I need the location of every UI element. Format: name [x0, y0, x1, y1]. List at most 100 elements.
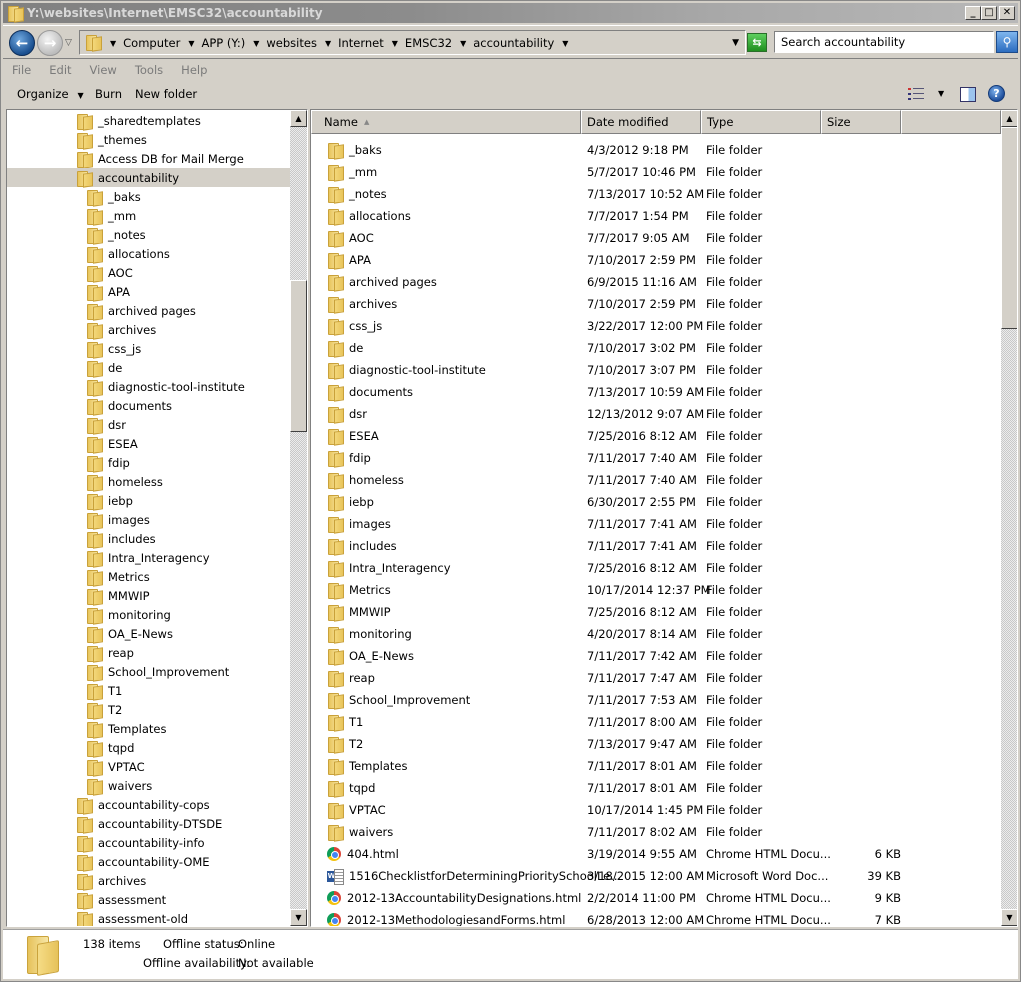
breadcrumb-item[interactable]: APP (Y:)	[201, 36, 245, 50]
tree-item[interactable]: ESEA	[7, 434, 290, 453]
tree-item[interactable]: assessment-old	[7, 909, 290, 926]
new-folder-button[interactable]: New folder	[135, 87, 197, 101]
tree-item[interactable]: _mm	[7, 206, 290, 225]
file-row[interactable]: VPTAC 10/17/2014 1:45 PM File folder	[311, 799, 1001, 821]
scroll-up-button[interactable]: ▲	[1001, 110, 1017, 127]
file-row[interactable]: 404.html 3/19/2014 9:55 AM Chrome HTML Doc…	[311, 843, 1001, 865]
column-header-date[interactable]: Date modified	[581, 110, 701, 134]
file-row[interactable]: APA 7/10/2017 2:59 PM File folder	[311, 249, 1001, 271]
file-row[interactable]: de 7/10/2017 3:02 PM File folder	[311, 337, 1001, 359]
file-row[interactable]: iebp 6/30/2017 2:55 PM File folder	[311, 491, 1001, 513]
tree-item[interactable]: fdip	[7, 453, 290, 472]
menu-tools[interactable]: Tools	[126, 61, 172, 81]
file-row[interactable]: diagnostic-tool-institute 7/10/2017 3:07 …	[311, 359, 1001, 381]
file-row[interactable]: Templates 7/11/2017 8:01 AM File folder	[311, 755, 1001, 777]
tree-item[interactable]: _sharedtemplates	[7, 111, 290, 130]
breadcrumb-item[interactable]: accountability	[473, 36, 554, 50]
file-row[interactable]: monitoring 4/20/2017 8:14 AM File folder	[311, 623, 1001, 645]
file-row[interactable]: OA_E-News 7/11/2017 7:42 AM File folder	[311, 645, 1001, 667]
change-view-icon[interactable]	[908, 87, 924, 101]
file-row[interactable]: images 7/11/2017 7:41 AM File folder	[311, 513, 1001, 535]
tree-item[interactable]: T1	[7, 681, 290, 700]
scroll-thumb[interactable]	[290, 280, 307, 432]
tree-item[interactable]: archives	[7, 320, 290, 339]
breadcrumb-chevron-icon[interactable]: ▼	[188, 39, 194, 48]
menu-file[interactable]: File	[3, 61, 40, 81]
file-row[interactable]: archived pages 6/9/2015 11:16 AM File fold…	[311, 271, 1001, 293]
tree-item[interactable]: includes	[7, 529, 290, 548]
scroll-down-button[interactable]: ▼	[1001, 909, 1017, 926]
file-row[interactable]: waivers 7/11/2017 8:02 AM File folder	[311, 821, 1001, 843]
tree-item[interactable]: Templates	[7, 719, 290, 738]
tree-item[interactable]: reap	[7, 643, 290, 662]
title-bar[interactable]: Y:\websites\Internet\EMSC32\accountabili…	[3, 3, 1018, 23]
navigation-scrollbar[interactable]: ▲ ▼	[290, 110, 307, 926]
file-row[interactable]: T2 7/13/2017 9:47 AM File folder	[311, 733, 1001, 755]
help-icon[interactable]: ?	[988, 85, 1005, 102]
tree-item[interactable]: School_Improvement	[7, 662, 290, 681]
tree-item[interactable]: OA_E-News	[7, 624, 290, 643]
breadcrumb-chevron-icon[interactable]: ▼	[562, 39, 568, 48]
tree-item[interactable]: VPTAC	[7, 757, 290, 776]
file-row[interactable]: documents 7/13/2017 10:59 AM File folder	[311, 381, 1001, 403]
tree-item[interactable]: dsr	[7, 415, 290, 434]
scroll-down-button[interactable]: ▼	[290, 909, 307, 926]
breadcrumb-chevron-icon[interactable]: ▼	[253, 39, 259, 48]
tree-item[interactable]: assessment	[7, 890, 290, 909]
scroll-up-button[interactable]: ▲	[290, 110, 307, 127]
tree-item[interactable]: Metrics	[7, 567, 290, 586]
breadcrumb-item[interactable]: websites	[266, 36, 317, 50]
refresh-button[interactable]: ⇆	[747, 33, 767, 52]
tree-item[interactable]: accountability-cops	[7, 795, 290, 814]
back-button[interactable]: ←	[9, 30, 35, 56]
tree-item[interactable]: _notes	[7, 225, 290, 244]
menu-view[interactable]: View	[81, 61, 126, 81]
search-input[interactable]	[775, 32, 993, 52]
tree-item[interactable]: AOC	[7, 263, 290, 282]
maximize-button[interactable]: □	[981, 6, 997, 20]
forward-button[interactable]: →	[37, 30, 63, 56]
tree-item[interactable]: accountability-DTSDE	[7, 814, 290, 833]
file-row[interactable]: AOC 7/7/2017 9:05 AM File folder	[311, 227, 1001, 249]
tree-item[interactable]: accountability	[7, 168, 290, 187]
file-row[interactable]: ESEA 7/25/2016 8:12 AM File folder	[311, 425, 1001, 447]
search-box[interactable]	[774, 31, 994, 53]
column-header-size[interactable]: Size	[821, 110, 901, 134]
file-row[interactable]: 1516ChecklistforDeterminingPrioritySchoo…	[311, 865, 1001, 887]
organize-button[interactable]: Organize ▼	[17, 87, 84, 101]
file-row[interactable]: Intra_Interagency 7/25/2016 8:12 AM File f…	[311, 557, 1001, 579]
menu-edit[interactable]: Edit	[40, 61, 80, 81]
tree-item[interactable]: accountability-info	[7, 833, 290, 852]
breadcrumb-chevron-icon[interactable]: ▼	[110, 39, 116, 48]
tree-item[interactable]: waivers	[7, 776, 290, 795]
file-row[interactable]: School_Improvement 7/11/2017 7:53 AM File …	[311, 689, 1001, 711]
file-list-scrollbar[interactable]: ▲ ▼	[1001, 110, 1017, 926]
file-row[interactable]: _notes 7/13/2017 10:52 AM File folder	[311, 183, 1001, 205]
tree-item[interactable]: documents	[7, 396, 290, 415]
tree-item[interactable]: iebp	[7, 491, 290, 510]
search-button[interactable]: ⚲	[996, 31, 1018, 53]
tree-item[interactable]: allocations	[7, 244, 290, 263]
file-row[interactable]: allocations 7/7/2017 1:54 PM File folder	[311, 205, 1001, 227]
burn-button[interactable]: Burn	[95, 87, 122, 101]
file-row[interactable]: _baks 4/3/2012 9:18 PM File folder	[311, 139, 1001, 161]
tree-item[interactable]: _baks	[7, 187, 290, 206]
file-row[interactable]: archives 7/10/2017 2:59 PM File folder	[311, 293, 1001, 315]
tree-item[interactable]: images	[7, 510, 290, 529]
tree-item[interactable]: _themes	[7, 130, 290, 149]
file-row[interactable]: MMWIP 7/25/2016 8:12 AM File folder	[311, 601, 1001, 623]
breadcrumb-item[interactable]: EMSC32	[405, 36, 452, 50]
breadcrumb-item[interactable]: Computer	[123, 36, 180, 50]
file-row[interactable]: dsr 12/13/2012 9:07 AM File folder	[311, 403, 1001, 425]
file-row[interactable]: tqpd 7/11/2017 8:01 AM File folder	[311, 777, 1001, 799]
tree-item[interactable]: diagnostic-tool-institute	[7, 377, 290, 396]
view-options-dropdown-icon[interactable]: ▼	[938, 89, 944, 98]
file-row[interactable]: css_js 3/22/2017 12:00 PM File folder	[311, 315, 1001, 337]
preview-pane-icon[interactable]	[960, 87, 976, 102]
close-button[interactable]: ✕	[999, 6, 1015, 20]
file-row[interactable]: 2012-13AccountabilityDesignations.html 2/…	[311, 887, 1001, 909]
recent-pages-button[interactable]: ▽	[65, 38, 72, 48]
file-row[interactable]: reap 7/11/2017 7:47 AM File folder	[311, 667, 1001, 689]
file-row[interactable]: includes 7/11/2017 7:41 AM File folder	[311, 535, 1001, 557]
tree-item[interactable]: archived pages	[7, 301, 290, 320]
